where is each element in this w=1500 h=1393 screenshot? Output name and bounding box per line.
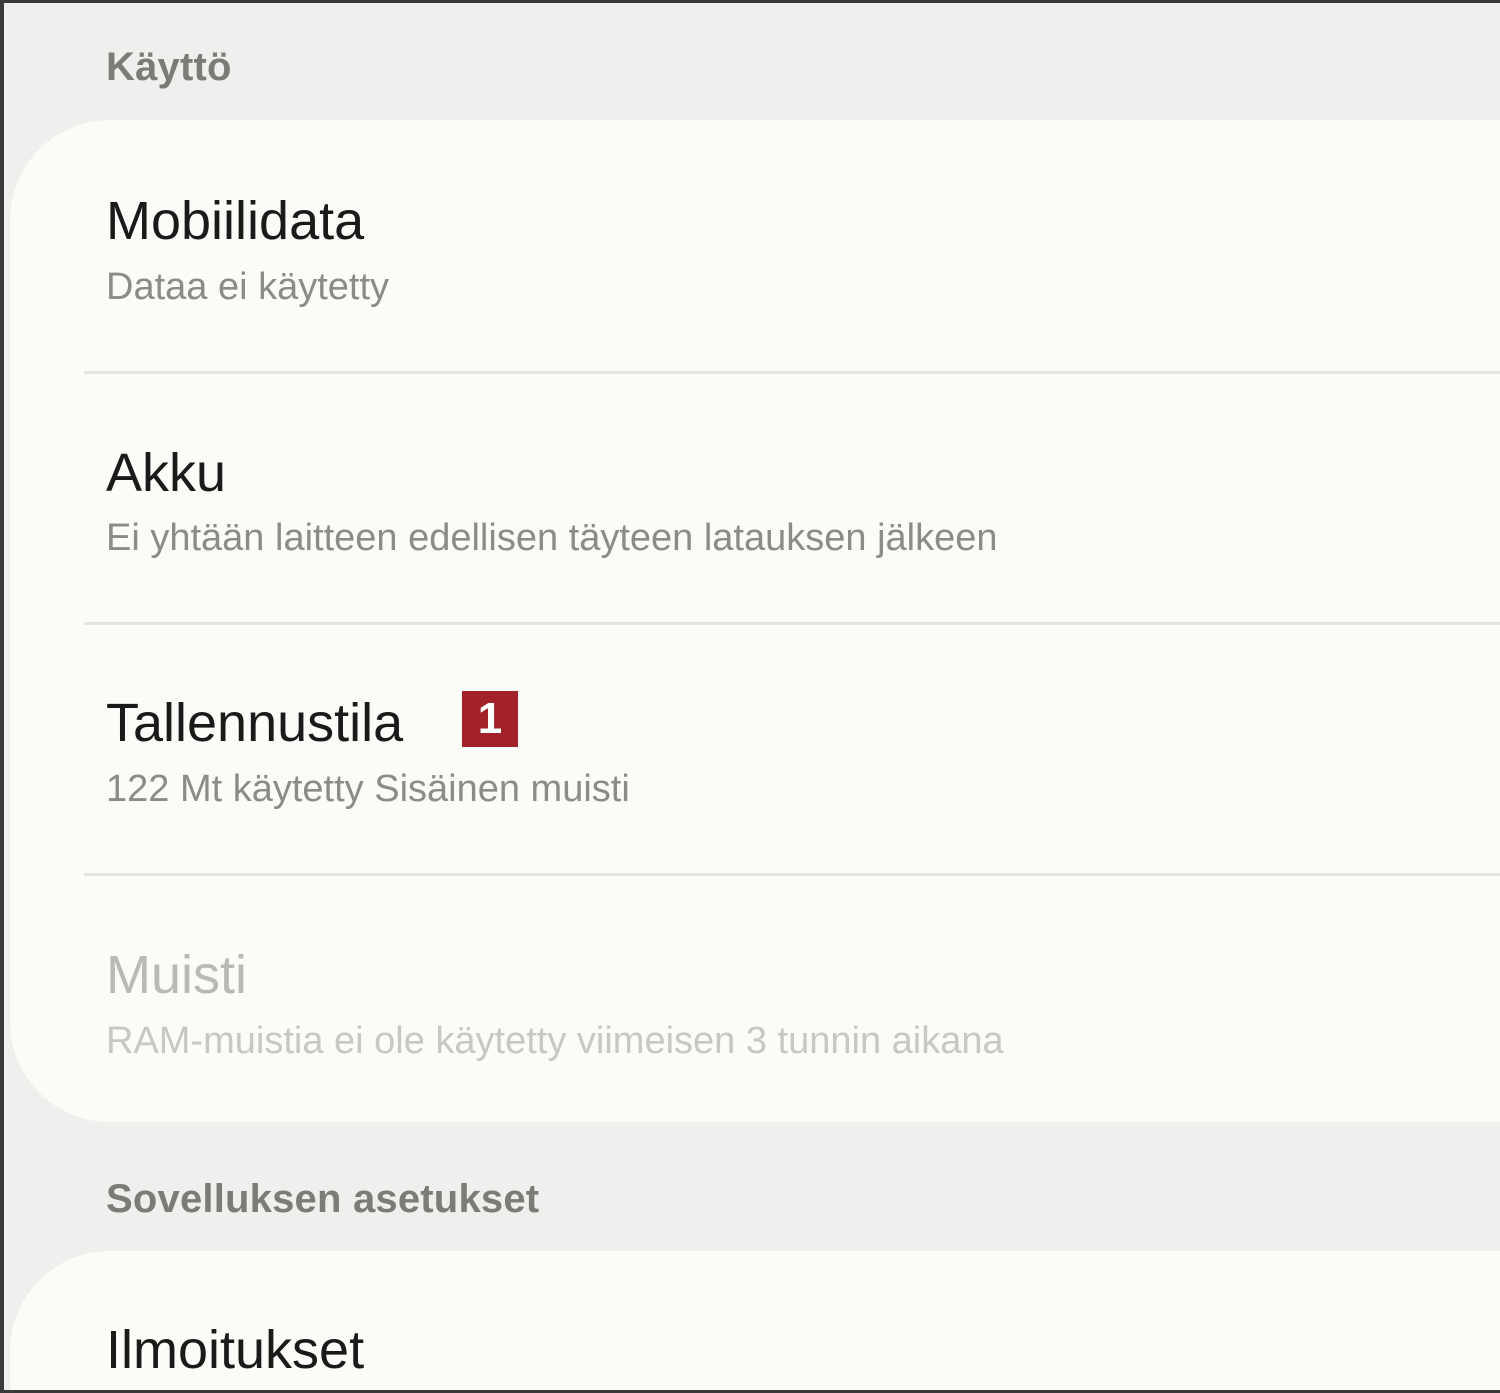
memory-subtitle: RAM-muistia ei ole käytetty viimeisen 3 …	[106, 1020, 1004, 1062]
list-item-battery[interactable]: Akku Ei yhtään laitteen edellisen täytee…	[4, 374, 1500, 623]
storage-title: Tallennustila	[106, 693, 404, 753]
storage-subtitle: 122 Mt käytetty Sisäinen muisti	[106, 768, 630, 810]
notifications-title: Ilmoitukset	[106, 1320, 365, 1380]
section-header-app-settings: Sovelluksen asetukset	[106, 1177, 540, 1221]
section-header-usage: Käyttö	[106, 45, 232, 89]
battery-title: Akku	[106, 443, 227, 503]
battery-subtitle: Ei yhtään laitteen edellisen täyteen lat…	[106, 517, 998, 559]
list-item-storage[interactable]: Tallennustila 122 Mt käytetty Sisäinen m…	[4, 625, 1500, 874]
list-item-memory: Muisti RAM-muistia ei ole käytetty viime…	[4, 876, 1500, 1122]
list-item-notifications[interactable]: Ilmoitukset	[4, 1251, 1500, 1390]
settings-screen: Käyttö Mobiilidata Dataa ei käytetty Akk…	[0, 0, 1500, 1393]
list-item-mobile-data[interactable]: Mobiilidata Dataa ei käytetty	[4, 120, 1500, 372]
mobile-data-subtitle: Dataa ei käytetty	[106, 266, 390, 308]
mobile-data-title: Mobiilidata	[106, 191, 365, 251]
memory-title: Muisti	[106, 945, 248, 1005]
notification-badge: 1	[462, 691, 518, 747]
